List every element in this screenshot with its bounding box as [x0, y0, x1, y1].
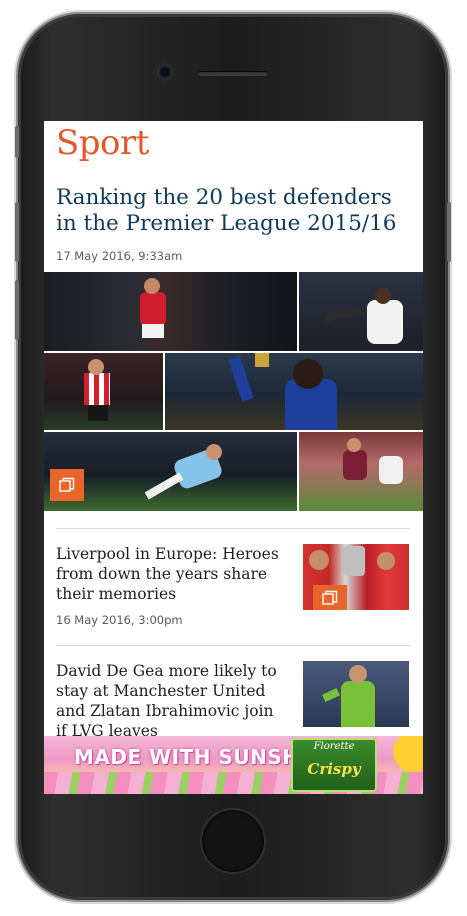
volume-up-button: [15, 202, 19, 262]
ad-product-pack: Florette Crispy: [291, 738, 377, 792]
lead-photo-mosaic[interactable]: [44, 272, 423, 511]
ad-brand: Florette: [313, 741, 355, 752]
story-title-liverpool[interactable]: Liverpool in Europe: Heroes from down th…: [56, 544, 286, 604]
story-date-liverpool: 16 May 2016, 3:00pm: [56, 613, 183, 627]
mute-switch: [15, 126, 19, 158]
ad-product: Crispy: [307, 760, 361, 778]
gallery-icon: [322, 590, 338, 605]
divider: [56, 645, 410, 646]
power-button: [447, 202, 451, 262]
story-gallery-badge: [313, 585, 347, 610]
lead-date: 17 May 2016, 9:33am: [56, 249, 183, 263]
gallery-icon: [59, 477, 75, 492]
ad-banner[interactable]: MADE WITH SUNSHINE Florette Crispy: [44, 736, 423, 794]
photo-leicester-defender: [165, 353, 423, 430]
lead-gallery-badge: [50, 469, 84, 501]
story-title-de-gea[interactable]: David De Gea more likely to stay at Manc…: [56, 661, 286, 741]
front-camera: [158, 65, 172, 79]
photo-southampton-defender: [44, 353, 163, 430]
divider: [56, 528, 410, 529]
story-thumb-liverpool[interactable]: [303, 544, 409, 610]
lead-headline[interactable]: Ranking the 20 best defenders in the Pre…: [56, 185, 411, 237]
story-thumb-de-gea[interactable]: [303, 661, 409, 727]
app-screen: Sport Ranking the 20 best defenders in t…: [44, 121, 423, 794]
sun-icon: [393, 736, 423, 772]
volume-down-button: [15, 280, 19, 340]
photo-arsenal-defender: [44, 272, 297, 351]
photo-westham-defender: [299, 432, 423, 511]
section-title: Sport: [56, 123, 149, 163]
earpiece-speaker: [198, 71, 268, 76]
photo-tottenham-defender: [299, 272, 423, 351]
home-button[interactable]: [202, 810, 264, 872]
